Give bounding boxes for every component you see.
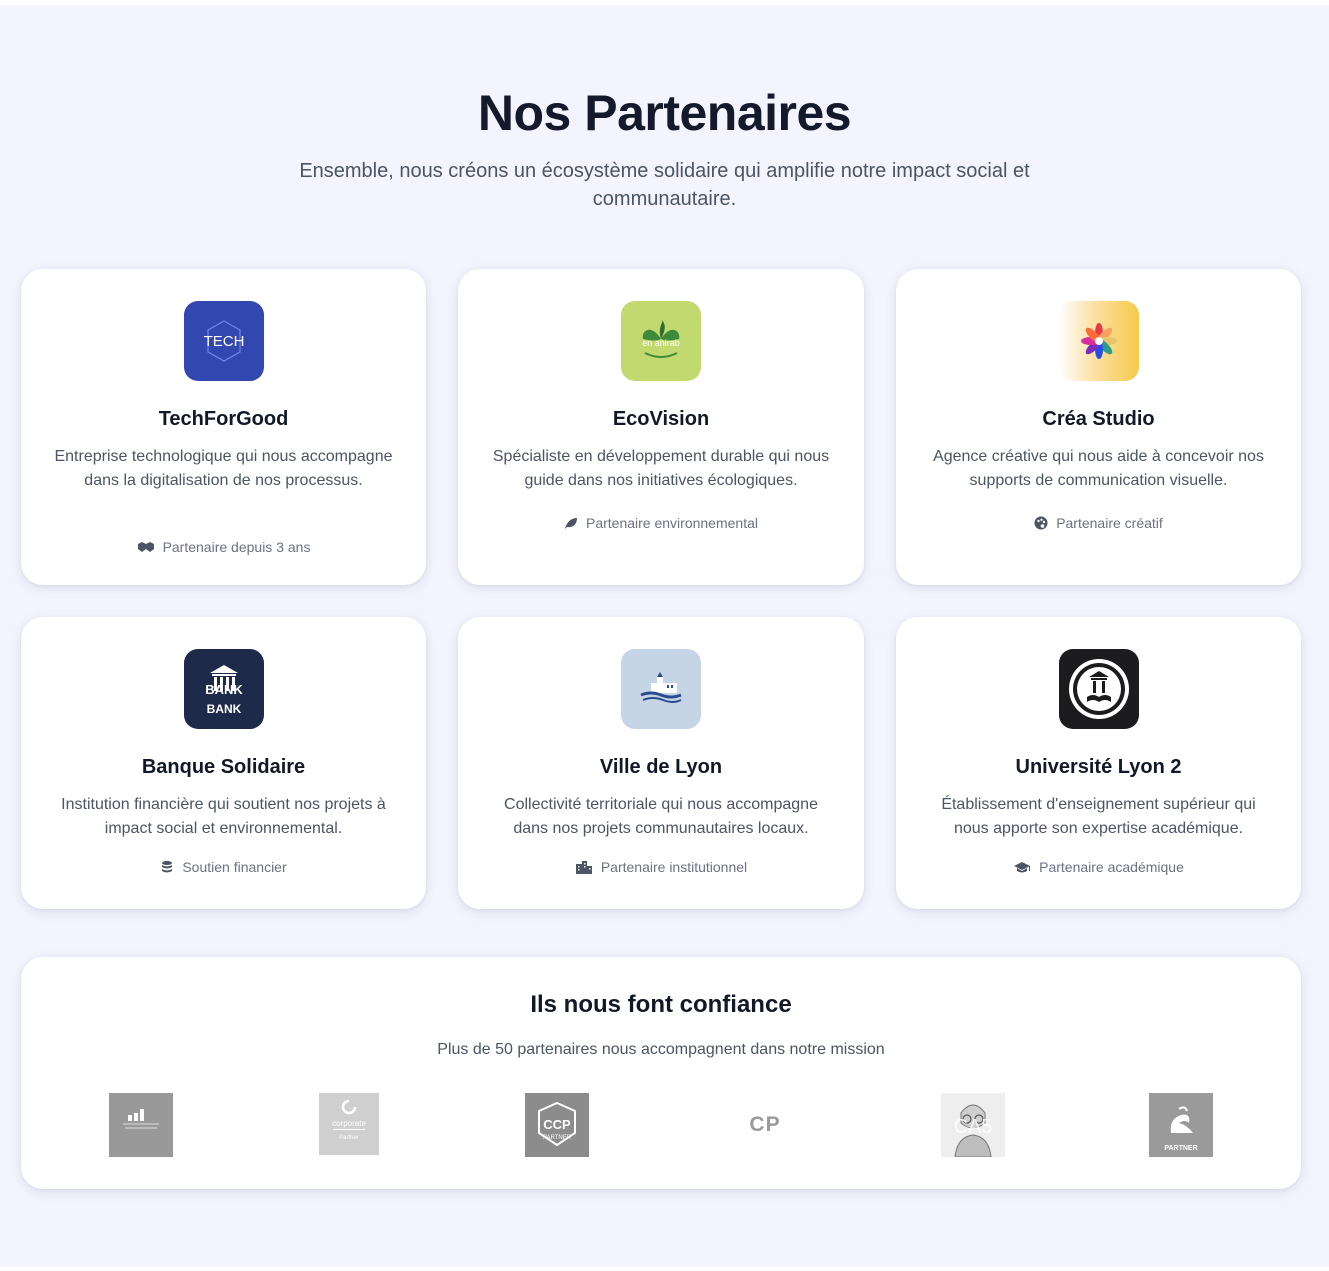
section-header: Nos Partenaires Ensemble, nous créons un… [0,83,1329,213]
partner-name: Université Lyon 2 [1015,756,1182,778]
partner-tag-label: Partenaire environnemental [586,515,758,531]
bank-logo-text: BANK [206,702,241,716]
page-subtitle: Ensemble, nous créons un écosystème soli… [299,160,1030,210]
partner-description: Agence créative qui nous aide à concevoi… [933,448,1264,489]
trust-title: Ils nous font confiance [530,991,792,1018]
partner-tag-label: Soutien financier [182,859,287,875]
partner-name: TechForGood [158,408,289,430]
partner-tag-label: Partenaire institutionnel [600,859,748,875]
partner-card-ville-de-lyon[interactable]: Ville de Lyon Collectivité territoriale … [458,617,864,909]
partner-description: Institution financière qui soutient nos … [61,796,386,837]
bank-logo-text-top: BANK [205,682,243,697]
universite-lyon-2-logo [1058,649,1139,729]
ccp-logo-text: CCP [543,1117,571,1132]
coins-icon [160,860,174,874]
partner-description: Collectivité territoriale qui nous accom… [504,796,818,837]
bar-chart-partner-logo[interactable] [109,1093,173,1157]
swan-partner-logo[interactable]: PARTNER [1149,1093,1213,1157]
partner-tag: Partenaire académique [896,857,1301,877]
techforgood-logo-text: TECH [203,333,244,350]
partner-name: Créa Studio [1042,408,1155,430]
ecovision-logo: en anirab [621,301,701,381]
graduation-cap-icon [1013,861,1031,874]
palette-icon [1034,516,1048,530]
crea-studio-logo [1058,301,1139,381]
ccp-logo-subtext: PARTNER [543,1135,572,1141]
page-title: Nos Partenaires [477,85,852,141]
ville-de-lyon-logo [621,649,701,729]
partner-description: Entreprise technologique qui nous accomp… [54,448,393,489]
partner-card-crea-studio[interactable]: Créa Studio Agence créative qui nous aid… [896,269,1301,585]
ccp-partner-logo[interactable]: CCP PARTNER [525,1093,589,1157]
partner-tag-label: Partenaire académique [1039,859,1184,875]
partner-card-ecovision[interactable]: en anirab EcoVision Spécialiste en dével… [458,269,864,585]
ecovision-logo-text: en anirab [642,338,680,348]
partner-card-banque-solidaire[interactable]: BANK BANK Banque Solidaire Institution f… [21,617,426,909]
partner-tag: Partenaire créatif [896,513,1301,533]
partners-section: Nos Partenaires Ensemble, nous créons un… [0,5,1329,1267]
partner-tag: Partenaire depuis 3 ans [21,537,426,557]
city-icon [575,860,593,874]
banque-solidaire-logo: BANK BANK [183,649,264,729]
corporate-logo-subtext: Partner [339,1135,359,1141]
partner-description: Spécialiste en développement durable qui… [492,448,830,489]
partner-tag: Soutien financier [21,857,426,877]
swan-logo-text: PARTNER [1164,1145,1197,1152]
partner-name: EcoVision [612,408,710,430]
ca5-logo-text: CA5 [954,1116,993,1138]
ca5-portrait-logo[interactable]: CA5 [941,1093,1005,1157]
partner-name: Ville de Lyon [599,756,723,778]
leaf-icon [564,517,578,530]
partner-description: Établissement d'enseignement supérieur q… [941,796,1256,837]
partner-tag: Partenaire institutionnel [458,857,864,877]
partner-card-universite-lyon-2[interactable]: Université Lyon 2 Établissement d'enseig… [896,617,1301,909]
partner-tag: Partenaire environnemental [458,513,864,533]
handshake-icon [137,541,155,553]
cp-logo-text: CP [749,1113,781,1136]
partner-card-techforgood[interactable]: TECH TechForGood Entreprise technologiqu… [21,269,426,585]
corporate-partner-logo[interactable]: corporate Partner [319,1093,379,1155]
trust-subtitle: Plus de 50 partenaires nous accompagnent… [437,1041,885,1058]
corporate-logo-text: corporate [332,1119,366,1128]
cp-logo[interactable]: CP [733,1093,797,1157]
partner-name: Banque Solidaire [141,756,306,778]
trust-section: Ils nous font confiance Plus de 50 parte… [21,957,1301,1189]
techforgood-logo: TECH [183,301,264,381]
partner-tag-label: Partenaire depuis 3 ans [162,539,311,555]
partner-tag-label: Partenaire créatif [1056,515,1163,531]
